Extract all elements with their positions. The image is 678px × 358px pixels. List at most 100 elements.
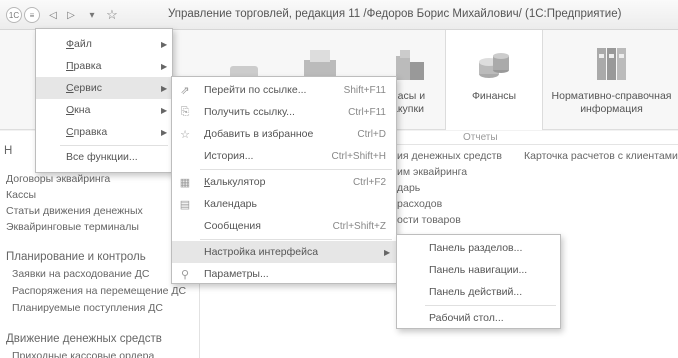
accel-key: С xyxy=(66,82,74,94)
nav-link[interactable]: Приходные кассовые ордера xyxy=(12,350,154,358)
report-link[interactable]: ости товаров xyxy=(397,214,461,226)
menu-item-help[interactable]: Справка ▶ xyxy=(36,121,172,143)
menu-label: Рабочий стол... xyxy=(429,312,504,324)
back-button[interactable]: ◁ xyxy=(46,7,60,23)
nav-group-planning: Планирование и контроль xyxy=(6,251,146,263)
interface-settings-submenu: Панель разделов... Панель навигации... П… xyxy=(396,234,561,329)
menu-item-sections-panel[interactable]: Панель разделов... xyxy=(397,237,560,259)
forward-button[interactable]: ▷ xyxy=(64,7,78,23)
shortcut-label: Ctrl+F11 xyxy=(348,106,386,118)
logo-1c-icon[interactable]: 1С xyxy=(6,7,22,23)
submenu-arrow-icon: ▶ xyxy=(161,83,168,93)
shortcut-label: Ctrl+Shift+H xyxy=(331,150,386,162)
menu-label: Сообщения xyxy=(204,220,261,232)
menu-label: Панель разделов... xyxy=(429,242,523,254)
nav-group-movement: Движение денежных средств xyxy=(6,333,162,345)
menu-item-desktop[interactable]: Рабочий стол... xyxy=(397,307,560,329)
binders-icon xyxy=(596,48,626,80)
service-submenu: ⇗ Перейти по ссылке... Shift+F11 ⎘ Получ… xyxy=(171,76,397,284)
menu-separator xyxy=(200,239,392,240)
menu-separator xyxy=(425,305,556,306)
menu-item-service[interactable]: Сервис ▶ xyxy=(36,77,172,99)
menu-label: Перейти по ссылке... xyxy=(204,84,307,96)
menu-item-interface-settings[interactable]: Настройка интерфейса ▶ xyxy=(172,241,396,263)
shortcut-label: Ctrl+D xyxy=(357,128,386,140)
section-label: Финансы xyxy=(471,90,517,102)
window-title: Управление торговлей, редакция 11 /Федор… xyxy=(168,8,622,20)
coins-icon xyxy=(479,53,509,78)
nav-link[interactable]: Статьи движения денежных xyxy=(6,205,143,217)
logo-text: 1С xyxy=(8,10,20,20)
menu-item-history[interactable]: История... Ctrl+Shift+H xyxy=(172,145,396,167)
menu-label: айл xyxy=(73,38,92,50)
menu-item-get-link[interactable]: ⎘ Получить ссылку... Ctrl+F11 xyxy=(172,101,396,123)
submenu-arrow-icon: ▶ xyxy=(161,105,168,115)
report-link[interactable]: расходов xyxy=(397,198,442,210)
settings-icon: ⚲ xyxy=(180,268,190,281)
calculator-icon: ▦ xyxy=(179,176,191,189)
get-link-icon: ⎘ xyxy=(180,105,190,118)
nav-link[interactable]: Эквайринговые терминалы xyxy=(6,221,139,233)
favorite-star-icon: ☆ xyxy=(180,128,190,141)
menu-item-calculator[interactable]: ▦ Калькулятор Ctrl+F2 xyxy=(172,171,396,193)
section-label: Нормативно-справочная информация xyxy=(551,90,672,115)
menu-item-add-favorite[interactable]: ☆ Добавить в избранное Ctrl+D xyxy=(172,123,396,145)
report-link[interactable]: дарь xyxy=(397,182,420,194)
menu-label: История... xyxy=(204,150,254,162)
submenu-arrow-icon: ▶ xyxy=(161,127,168,137)
back-icon: ◁ xyxy=(49,9,57,21)
menu-separator xyxy=(200,169,392,170)
menu-item-messages[interactable]: Сообщения Ctrl+Shift+Z xyxy=(172,215,396,237)
menu-label: Добавить в избранное xyxy=(204,128,314,140)
menu-item-edit[interactable]: Правка ▶ xyxy=(36,55,172,77)
reports-title: Отчеты xyxy=(463,132,498,143)
menu-item-actions-panel[interactable]: Панель действий... xyxy=(397,281,560,303)
submenu-arrow-icon: ▶ xyxy=(161,61,168,71)
section-label: пасы и акупки xyxy=(392,90,426,115)
accel-key: Ф xyxy=(66,38,74,50)
menu-label: равка xyxy=(73,60,102,72)
menu-label: Панель действий... xyxy=(429,286,523,298)
reports-divider xyxy=(378,144,678,145)
report-link[interactable]: Карточка расчетов с клиентами xyxy=(524,150,678,162)
accel-key: П xyxy=(66,60,74,72)
menu-item-calendar[interactable]: ▤ Календарь xyxy=(172,193,396,215)
menu-label: алькулятор xyxy=(210,176,266,188)
menu-label: Получить ссылку... xyxy=(204,106,295,118)
menu-label: правка xyxy=(73,126,108,138)
submenu-arrow-icon: ▶ xyxy=(161,39,168,49)
nav-link[interactable]: Распоряжения на перемещение ДС xyxy=(12,285,186,297)
shortcut-label: Shift+F11 xyxy=(343,84,386,96)
menu-item-all-functions[interactable]: Все функции... xyxy=(36,146,172,168)
shortcut-label: Ctrl+F2 xyxy=(352,176,386,188)
nav-link[interactable]: Кассы xyxy=(6,189,36,201)
chevron-down-icon: ▾ xyxy=(89,9,95,21)
menu-icon: ≡ xyxy=(29,10,35,20)
go-link-icon: ⇗ xyxy=(180,84,190,97)
favorites-button[interactable]: ☆ xyxy=(104,7,120,23)
warehouse-icon xyxy=(396,50,424,80)
section-finance[interactable]: Финансы xyxy=(445,30,543,130)
menu-item-go-link[interactable]: ⇗ Перейти по ссылке... Shift+F11 xyxy=(172,79,396,101)
menu-label: Календарь xyxy=(204,198,257,210)
main-menu-button[interactable]: ≡ xyxy=(24,7,40,23)
submenu-arrow-icon: ▶ xyxy=(384,247,391,257)
menu-item-file[interactable]: Файл ▶ xyxy=(36,33,172,55)
accel-key: С xyxy=(66,126,74,138)
menu-label: Панель навигации... xyxy=(429,264,528,276)
menu-item-windows[interactable]: Окна ▶ xyxy=(36,99,172,121)
section-reference-info[interactable]: Нормативно-справочная информация xyxy=(545,30,678,130)
menu-item-parameters[interactable]: ⚲ Параметры... xyxy=(172,263,396,285)
menu-label: ервис xyxy=(73,82,102,94)
nav-link[interactable]: Договоры эквайринга xyxy=(6,173,110,185)
menu-item-navigation-panel[interactable]: Панель навигации... xyxy=(397,259,560,281)
nav-link[interactable]: Заявки на расходование ДС xyxy=(12,268,149,280)
menu-label: кна xyxy=(74,104,91,116)
report-link[interactable]: им эквайринга xyxy=(397,166,467,178)
history-dropdown-button[interactable]: ▾ xyxy=(86,7,98,23)
nav-link[interactable]: Планируемые поступления ДС xyxy=(12,302,163,314)
calendar-icon: ▤ xyxy=(179,198,191,211)
star-icon: ☆ xyxy=(106,7,118,22)
nav-group-header: Н xyxy=(4,145,13,157)
report-link[interactable]: ия денежных средств xyxy=(397,150,502,162)
